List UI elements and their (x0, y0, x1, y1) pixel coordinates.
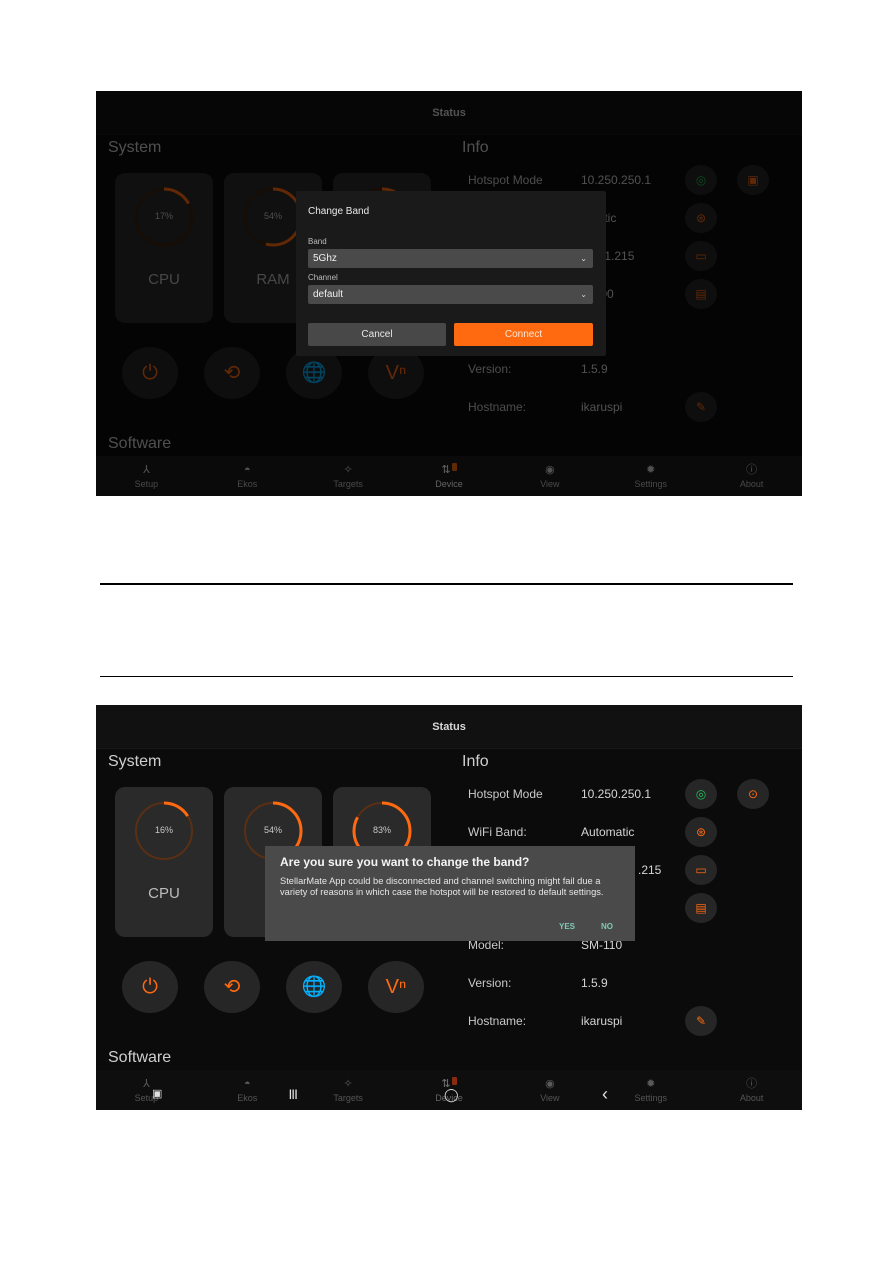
power-icon: ⏻ (142, 976, 158, 998)
info-label: Hostname: (468, 1014, 527, 1028)
resolution-button[interactable]: ▤ (685, 893, 717, 923)
band-value: 5Ghz (313, 253, 337, 264)
storage-percent: 83% (372, 825, 391, 835)
globe-icon: 🌐 (301, 976, 327, 998)
wifi-icon: ◎ (695, 787, 707, 801)
page-title: Status (432, 720, 466, 733)
nav-ekos[interactable]: ◓ Ekos (197, 1070, 298, 1110)
hotspot-toggle-button[interactable]: ◎ (685, 779, 717, 809)
back-button[interactable]: ‹ (602, 1085, 608, 1103)
pencil-icon: ✎ (695, 1014, 707, 1028)
divider-top (100, 583, 793, 585)
info-label: Version: (468, 976, 512, 990)
nav-setup[interactable]: ⅄Setup (96, 1070, 197, 1110)
connect-button[interactable]: Connect (454, 323, 593, 346)
software-section-title: Software (108, 1049, 172, 1066)
info-section-title: Info (462, 753, 489, 770)
info-value: 10.250.250.1 (581, 787, 652, 801)
screenshot-icon[interactable]: ▣ (152, 1089, 162, 1100)
ram-percent: 54% (263, 825, 282, 835)
info-value: 1.5.9 (581, 976, 608, 990)
eye-icon: ◉ (545, 1078, 555, 1090)
nav-about[interactable]: ⓘ About (701, 1070, 802, 1110)
nav-view[interactable]: ◉ View (499, 1070, 600, 1110)
channel-value: default (313, 289, 344, 300)
vnc-button[interactable]: Vⁿ (368, 961, 424, 1013)
device-badge (451, 1077, 457, 1085)
restart-icon: ⟲ (223, 976, 241, 998)
band-label: Band (308, 237, 327, 246)
top-bar: Status (96, 705, 802, 749)
home-button[interactable]: ◯ (444, 1088, 459, 1101)
yes-button[interactable]: YES (559, 922, 575, 931)
dialog-message: StellarMate App could be disconnected an… (280, 876, 604, 897)
band-icon: ⊛ (695, 825, 707, 839)
restart-button[interactable]: ⟲ (204, 961, 260, 1013)
nav-label: Settings (634, 1093, 667, 1103)
settings-icon: ⊙ (747, 787, 759, 801)
screenshot-confirm-band: Status System Info Software 16% CPU 54% … (96, 705, 802, 1110)
dialog-title: Change Band (308, 206, 370, 217)
info-value: ikaruspi (581, 1014, 623, 1028)
nav-label: Ekos (237, 1093, 258, 1103)
cancel-button[interactable]: Cancel (308, 323, 446, 346)
setup-icon: ⅄ (143, 1078, 150, 1090)
change-band-dialog: Change Band Band 5Ghz ⌄ Channel default … (296, 191, 606, 356)
nav-targets[interactable]: ✧ Targets (298, 1070, 399, 1110)
wifi-band-button[interactable]: ⊛ (685, 817, 717, 847)
cpu-gauge-card: 16% CPU (115, 787, 213, 937)
ekos-icon: ◓ (243, 1078, 251, 1090)
no-button[interactable]: NO (601, 922, 613, 931)
display-icon: ▤ (695, 901, 707, 915)
nav-label: Targets (333, 1093, 363, 1103)
hotspot-settings-button[interactable]: ⊙ (737, 779, 769, 809)
nav-label: View (540, 1093, 560, 1103)
vnc-icon: Vⁿ (385, 976, 407, 998)
info-label: Hotspot Mode (468, 787, 543, 801)
system-section-title: System (108, 753, 162, 770)
recents-button[interactable]: ||| (289, 1090, 297, 1100)
network-button[interactable]: ▭ (685, 855, 717, 885)
chevron-down-icon: ⌄ (580, 290, 587, 299)
channel-label: Channel (308, 273, 338, 282)
divider-bottom (100, 676, 793, 677)
nav-settings[interactable]: ✹ Settings (600, 1070, 701, 1110)
cpu-percent: 16% (154, 825, 173, 835)
web-manager-button[interactable]: 🌐 (286, 961, 342, 1013)
chevron-down-icon: ⌄ (580, 254, 587, 263)
settings-icon: ✹ (646, 1078, 656, 1090)
screenshot-change-band: Status System Info Software 17% CPU 54% … (96, 91, 802, 496)
power-button[interactable]: ⏻ (122, 961, 178, 1013)
info-label: WiFi Band: (468, 825, 527, 839)
edit-hostname-button[interactable]: ✎ (685, 1006, 717, 1036)
info-value: .215 (638, 863, 662, 877)
dialog-title: Are you sure you want to change the band… (280, 855, 530, 869)
targets-icon: ✧ (343, 1078, 353, 1090)
info-value: Automatic (581, 825, 635, 839)
nav-label: About (739, 1093, 764, 1103)
cpu-label: CPU (148, 885, 180, 902)
monitor-icon: ▭ (695, 863, 707, 877)
channel-select[interactable]: default ⌄ (308, 285, 593, 304)
info-icon: ⓘ (746, 1078, 758, 1090)
confirm-band-dialog: Are you sure you want to change the band… (265, 846, 635, 941)
band-select[interactable]: 5Ghz ⌄ (308, 249, 593, 268)
